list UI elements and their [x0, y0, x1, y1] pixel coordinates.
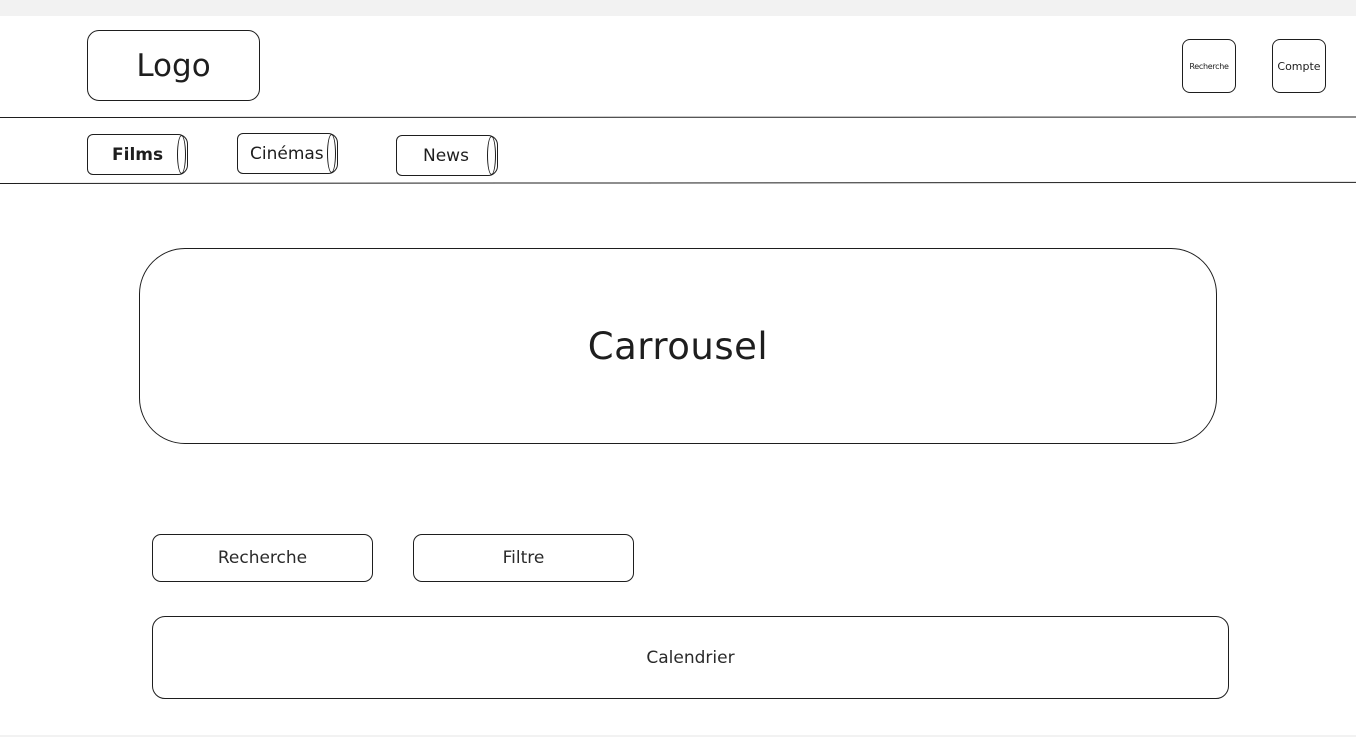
top-strip — [0, 0, 1356, 16]
calendar-label: Calendrier — [646, 647, 735, 668]
logo-label: Logo — [136, 47, 211, 84]
carousel[interactable]: Carrousel — [139, 248, 1217, 444]
tab-films[interactable]: Films — [87, 134, 188, 175]
tab-end-cap — [327, 134, 336, 173]
tab-news-label: News — [423, 145, 469, 166]
header-search-label: Recherche — [1189, 61, 1229, 71]
header-divider — [0, 116, 1356, 118]
wireframe-canvas: Logo Recherche Compte Films Cinémas News… — [0, 0, 1356, 737]
account-label: Compte — [1277, 59, 1321, 73]
carousel-label: Carrousel — [587, 324, 769, 368]
filter-button-label: Filtre — [502, 548, 545, 568]
tab-cinemas-label: Cinémas — [250, 143, 324, 164]
nav-divider — [0, 181, 1356, 184]
logo[interactable]: Logo — [87, 30, 260, 101]
account-button[interactable]: Compte — [1272, 39, 1326, 93]
filter-button[interactable]: Filtre — [413, 534, 634, 582]
tab-end-cap — [487, 136, 496, 175]
search-button-label: Recherche — [217, 548, 308, 568]
tab-end-cap — [177, 135, 186, 174]
tab-news[interactable]: News — [396, 135, 498, 176]
calendar[interactable]: Calendrier — [152, 616, 1229, 699]
search-button[interactable]: Recherche — [152, 534, 373, 582]
header-search-button[interactable]: Recherche — [1182, 39, 1236, 93]
tab-cinemas[interactable]: Cinémas — [237, 133, 338, 174]
tab-films-label: Films — [112, 144, 164, 165]
